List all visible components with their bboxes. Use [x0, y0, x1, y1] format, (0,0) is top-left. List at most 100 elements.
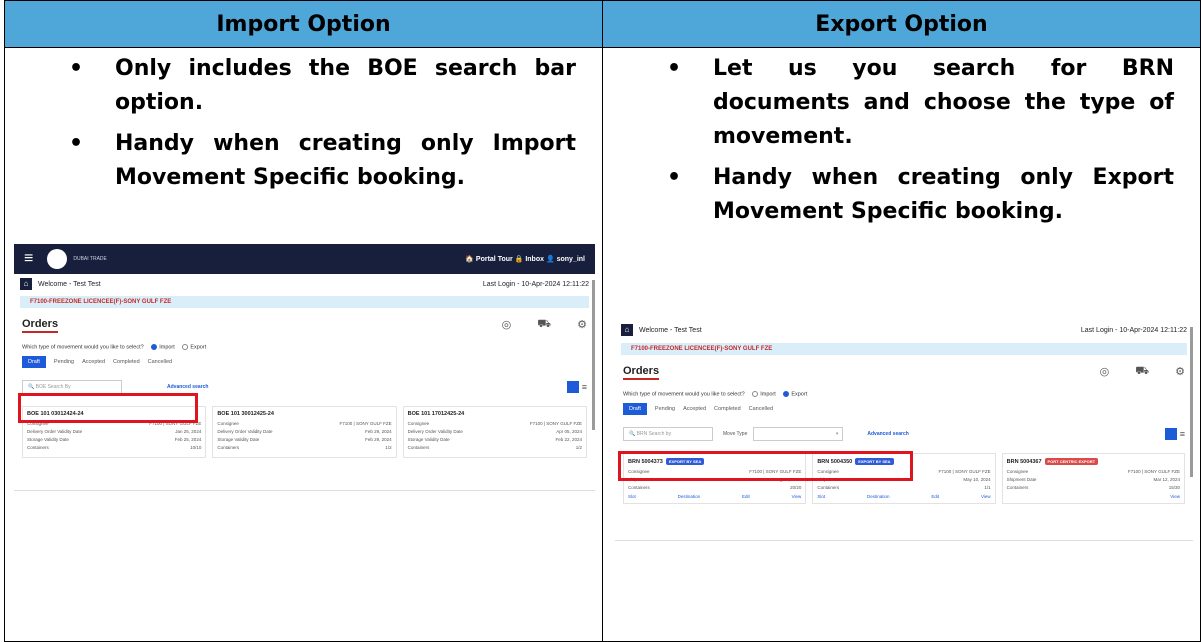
- export-radio-label: Export: [190, 344, 207, 351]
- edit-action[interactable]: Edit: [742, 494, 750, 499]
- move-type-label: Move Type: [723, 431, 748, 438]
- grid-view-icon[interactable]: [1164, 428, 1177, 441]
- move-type-select[interactable]: ▾: [753, 427, 844, 442]
- search-row: 🔍 BRN Search by Move Type ▾ Advanced sea…: [615, 423, 1193, 445]
- destination-action[interactable]: Destination: [678, 494, 701, 499]
- import-radio[interactable]: [151, 344, 158, 350]
- tab-pending[interactable]: Pending: [655, 406, 675, 412]
- card-value: Apr 05, 2024: [556, 429, 582, 435]
- export-cell: Let us you search for BRN documents and …: [602, 47, 1201, 642]
- card-value: F7100 | SONY GULF FZE: [1127, 469, 1180, 475]
- card-title: BOE 101 17012425-24: [407, 411, 465, 418]
- logo-text: DUBAI TRADE: [73, 256, 107, 262]
- gear-icon[interactable]: ⚙: [577, 318, 587, 332]
- import-radio[interactable]: [752, 391, 759, 397]
- menu-icon[interactable]: ≡: [24, 250, 33, 268]
- card-label: Containers: [27, 445, 49, 451]
- card-label: Shipment Date: [1006, 477, 1037, 483]
- card-title: BOE 101 30012425-24: [217, 411, 274, 418]
- import-radio-label: Import: [760, 391, 776, 398]
- view-action[interactable]: View: [981, 494, 991, 499]
- import-radio-label: Import: [159, 344, 175, 351]
- tab-cancelled[interactable]: Cancelled: [148, 359, 172, 365]
- export-bullet: Let us you search for BRN documents and …: [667, 52, 1174, 154]
- export-screenshot: ⌂ Welcome - Test Test Last Login - 10-Ap…: [615, 319, 1193, 541]
- tab-accepted[interactable]: Accepted: [82, 359, 105, 365]
- order-card[interactable]: BOE 101 17012425-24 Consignee F7100 | SON…: [402, 406, 587, 459]
- card-value: 20/20: [790, 485, 802, 491]
- import-cell: Only includes the BOE search bar option.…: [4, 47, 603, 642]
- comparison-table: Import Option Export Option Only include…: [4, 0, 1201, 642]
- destination-action[interactable]: Destination: [867, 494, 890, 499]
- search-placeholder: BRN Search by: [636, 431, 672, 438]
- grid-view-icon[interactable]: [566, 381, 579, 394]
- movement-question: Which type of movement would you like to…: [615, 383, 1193, 401]
- order-card[interactable]: BOE 101 30012425-24 Consignee F7100 | SON…: [212, 406, 397, 459]
- card-value: Mar 12, 2024: [1153, 477, 1180, 483]
- view-action[interactable]: View: [792, 494, 802, 499]
- edit-action[interactable]: Edit: [931, 494, 939, 499]
- last-login: Last Login - 10-Apr-2024 12:11:22: [1080, 326, 1187, 334]
- orders-row: Orders ◎ ⛟ ⚙: [14, 310, 595, 336]
- card-value: May 10, 2024: [963, 477, 991, 483]
- highlight-box: [18, 393, 198, 423]
- card-value: Feb 29, 2024: [365, 429, 392, 435]
- tab-cancelled[interactable]: Cancelled: [749, 406, 773, 412]
- truck-icon[interactable]: ⛟: [537, 318, 551, 332]
- movement-question-text: Which type of movement would you like to…: [22, 344, 144, 351]
- view-toggle: ≡: [566, 381, 587, 394]
- card-value: 10/10: [190, 445, 202, 451]
- card-label: Consignee: [407, 421, 430, 427]
- card-value: F7100 | SONY GULF FZE: [339, 421, 392, 427]
- brn-search-input[interactable]: 🔍 BRN Search by: [623, 427, 713, 442]
- scrollbar[interactable]: [592, 280, 595, 430]
- location-icon[interactable]: ◎: [1100, 365, 1110, 379]
- export-bullet: Handy when creating only Export Movement…: [667, 161, 1174, 229]
- card-value: 15/30: [1168, 485, 1180, 491]
- top-navbar: ≡ DUBAI TRADE 🏠 Portal Tour 🔒 Inbox 👤 so…: [14, 244, 595, 274]
- advanced-search-link[interactable]: Advanced search: [167, 384, 208, 390]
- import-bullet-list: Only includes the BOE search bar option.…: [5, 48, 602, 195]
- card-value: 1/2: [385, 445, 392, 451]
- card-value: 1/1: [984, 485, 991, 491]
- topbar-links[interactable]: 🏠 Portal Tour 🔒 Inbox 👤 sony_inl: [465, 255, 585, 263]
- home-icon[interactable]: ⌂: [20, 278, 32, 290]
- tab-completed[interactable]: Completed: [714, 406, 741, 412]
- truck-icon[interactable]: ⛟: [1135, 365, 1149, 379]
- card-label: Delivery Order Validity Date: [407, 429, 463, 435]
- gear-icon[interactable]: ⚙: [1175, 365, 1185, 379]
- order-card[interactable]: BRN 5004367 PORT CENTRIC EXPORT Consignee…: [1001, 453, 1185, 505]
- company-bar: F7100-FREEZONE LICENCEE(F)-SONY GULF FZE: [621, 343, 1187, 355]
- view-action[interactable]: View: [1170, 494, 1180, 499]
- export-bullet-list: Let us you search for BRN documents and …: [603, 48, 1200, 229]
- advanced-search-link[interactable]: Advanced search: [867, 431, 908, 437]
- list-view-icon[interactable]: ≡: [1180, 429, 1185, 439]
- export-header: Export Option: [602, 0, 1201, 48]
- card-value: F7100 | SONY GULF FZE: [938, 469, 991, 475]
- card-value: Jan 25, 2024: [175, 429, 202, 435]
- card-label: Containers: [817, 485, 840, 491]
- location-icon[interactable]: ◎: [502, 318, 512, 332]
- export-radio[interactable]: [182, 344, 189, 350]
- slot-action[interactable]: Slot: [817, 494, 825, 499]
- card-label: Delivery Order Validity Date: [217, 429, 273, 435]
- tab-draft[interactable]: Draft: [22, 356, 46, 369]
- card-actions: Slot Destination Edit View: [628, 494, 801, 499]
- slot-action[interactable]: Slot: [628, 494, 636, 499]
- document: Import Option Export Option Only include…: [4, 0, 1201, 642]
- home-icon[interactable]: ⌂: [621, 324, 633, 336]
- list-view-icon[interactable]: ≡: [582, 382, 587, 392]
- export-radio[interactable]: [783, 391, 790, 397]
- tab-draft[interactable]: Draft: [623, 403, 647, 416]
- tab-accepted[interactable]: Accepted: [683, 406, 706, 412]
- orders-icons: ◎ ⛟ ⚙: [1100, 365, 1185, 379]
- card-label: Storage Validity Date: [407, 437, 450, 443]
- tab-pending[interactable]: Pending: [54, 359, 74, 365]
- scrollbar[interactable]: [1190, 327, 1193, 477]
- welcome-row: ⌂ Welcome - Test Test Last Login - 10-Ap…: [615, 319, 1193, 341]
- card-value: 1/2: [575, 445, 582, 451]
- export-radio-label: Export: [791, 391, 808, 398]
- card-label: Storage Validity Date: [217, 437, 260, 443]
- tab-completed[interactable]: Completed: [113, 359, 140, 365]
- orders-title: Orders: [623, 365, 660, 380]
